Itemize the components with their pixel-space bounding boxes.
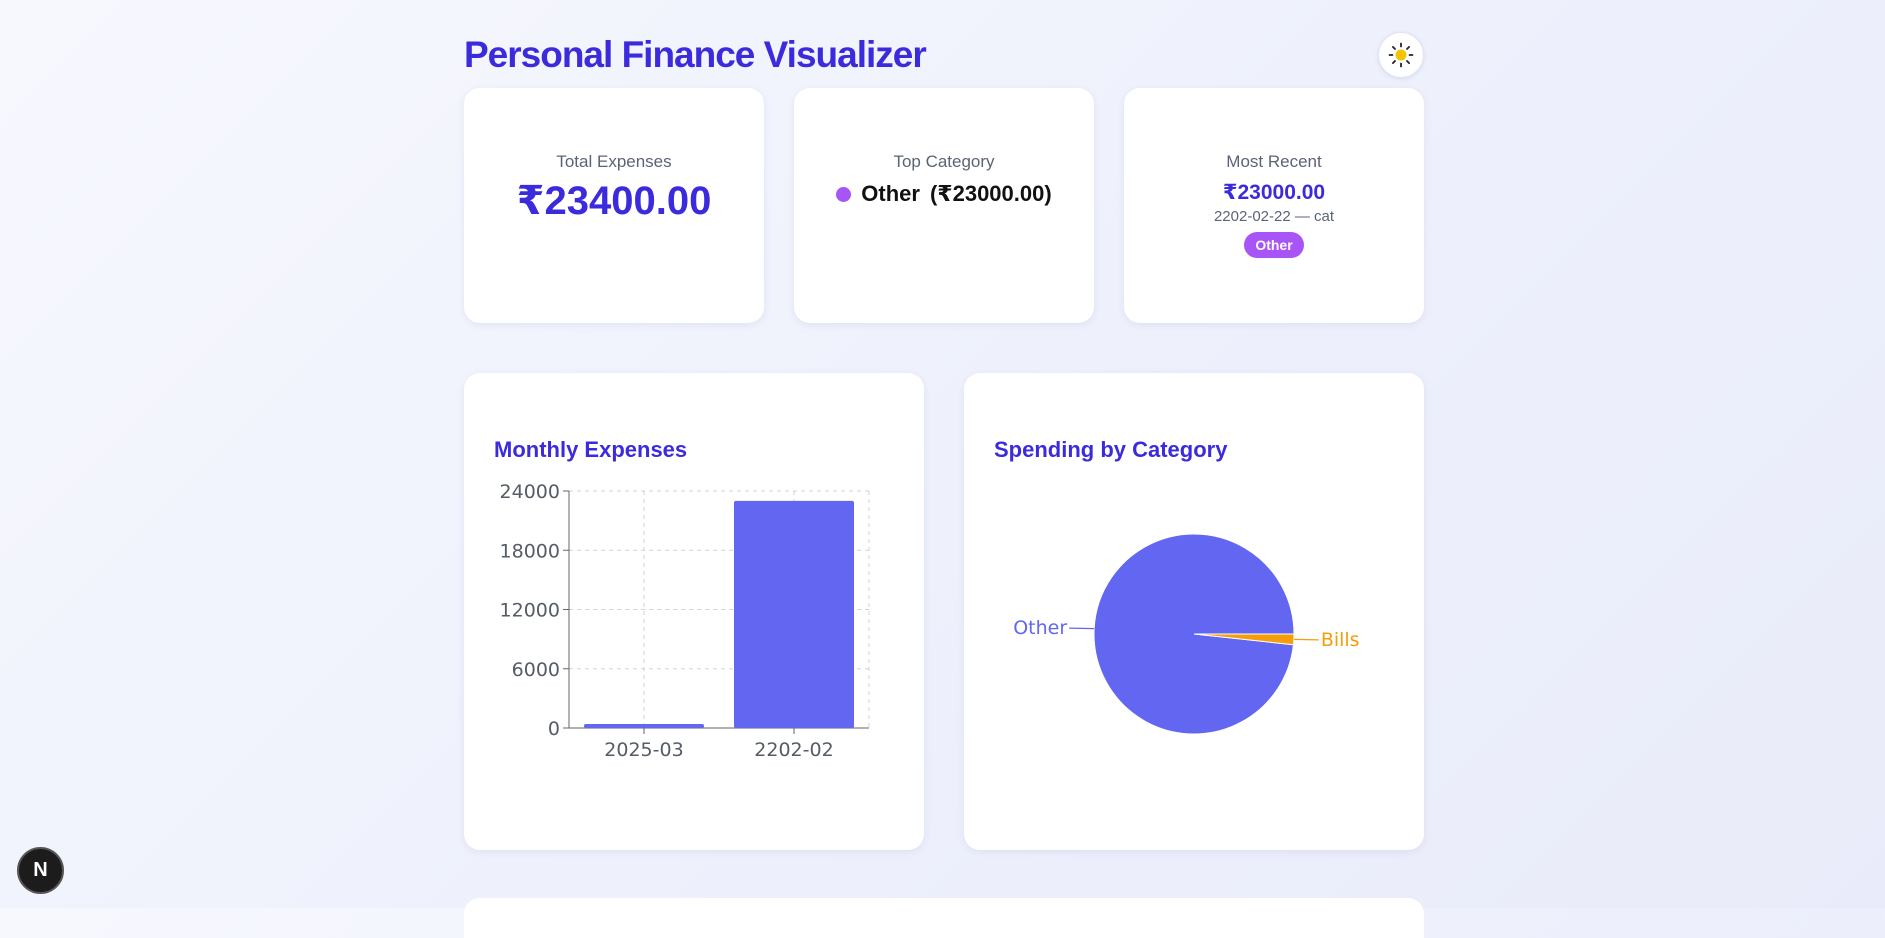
category-color-dot: [836, 187, 851, 202]
nextjs-dev-badge[interactable]: N: [17, 847, 64, 894]
y-tick-label: 18000: [500, 540, 560, 562]
y-tick-label: 0: [548, 718, 560, 740]
monthly-expenses-card: Monthly Expenses 06000120001800024000202…: [464, 373, 924, 850]
theme-toggle-button[interactable]: [1378, 32, 1424, 78]
y-tick-label: 24000: [500, 481, 560, 503]
category-badge: Other: [1244, 232, 1303, 258]
pie-label: Other: [1013, 617, 1067, 639]
most-recent-card: Most Recent ₹23000.00 2202-02-22 — cat O…: [1124, 88, 1424, 323]
total-expenses-label: Total Expenses: [464, 152, 764, 172]
x-tick-label: 2025-03: [604, 739, 683, 761]
spending-by-category-card: Spending by Category OtherBills: [964, 373, 1424, 850]
monthly-expenses-chart: 0 6000 12000 18000 24000 2025-03 2202-02: [464, 373, 924, 850]
bar: [584, 724, 704, 728]
most-recent-label: Most Recent: [1124, 152, 1424, 172]
top-category-amount: (₹23000.00): [930, 181, 1052, 207]
pie-label: Bills: [1321, 629, 1360, 651]
page-title: Personal Finance Visualizer: [464, 34, 926, 76]
y-tick-label: 12000: [500, 600, 560, 622]
top-category-label: Top Category: [794, 152, 1094, 172]
sun-icon: [1388, 42, 1414, 68]
dashboard: Personal Finance Visualizer Total Expens…: [464, 0, 1424, 908]
most-recent-meta: 2202-02-22 — cat: [1124, 208, 1424, 225]
total-expenses-card: Total Expenses ₹23400.00: [464, 88, 764, 323]
x-tick-label: 2202-02: [754, 739, 833, 761]
spending-by-category-chart: Other Bills: [964, 373, 1424, 850]
most-recent-amount: ₹23000.00: [1124, 180, 1424, 205]
y-tick-label: 6000: [512, 659, 560, 681]
total-expenses-amount: ₹23400.00: [464, 178, 764, 224]
top-category-card: Top Category Other (₹23000.00): [794, 88, 1094, 323]
bar: [734, 501, 854, 728]
top-category-name: Other: [861, 181, 920, 207]
top-category-row: Other (₹23000.00): [794, 181, 1094, 207]
next-section-card: [464, 898, 1424, 938]
nextjs-logo-icon: N: [33, 859, 47, 882]
